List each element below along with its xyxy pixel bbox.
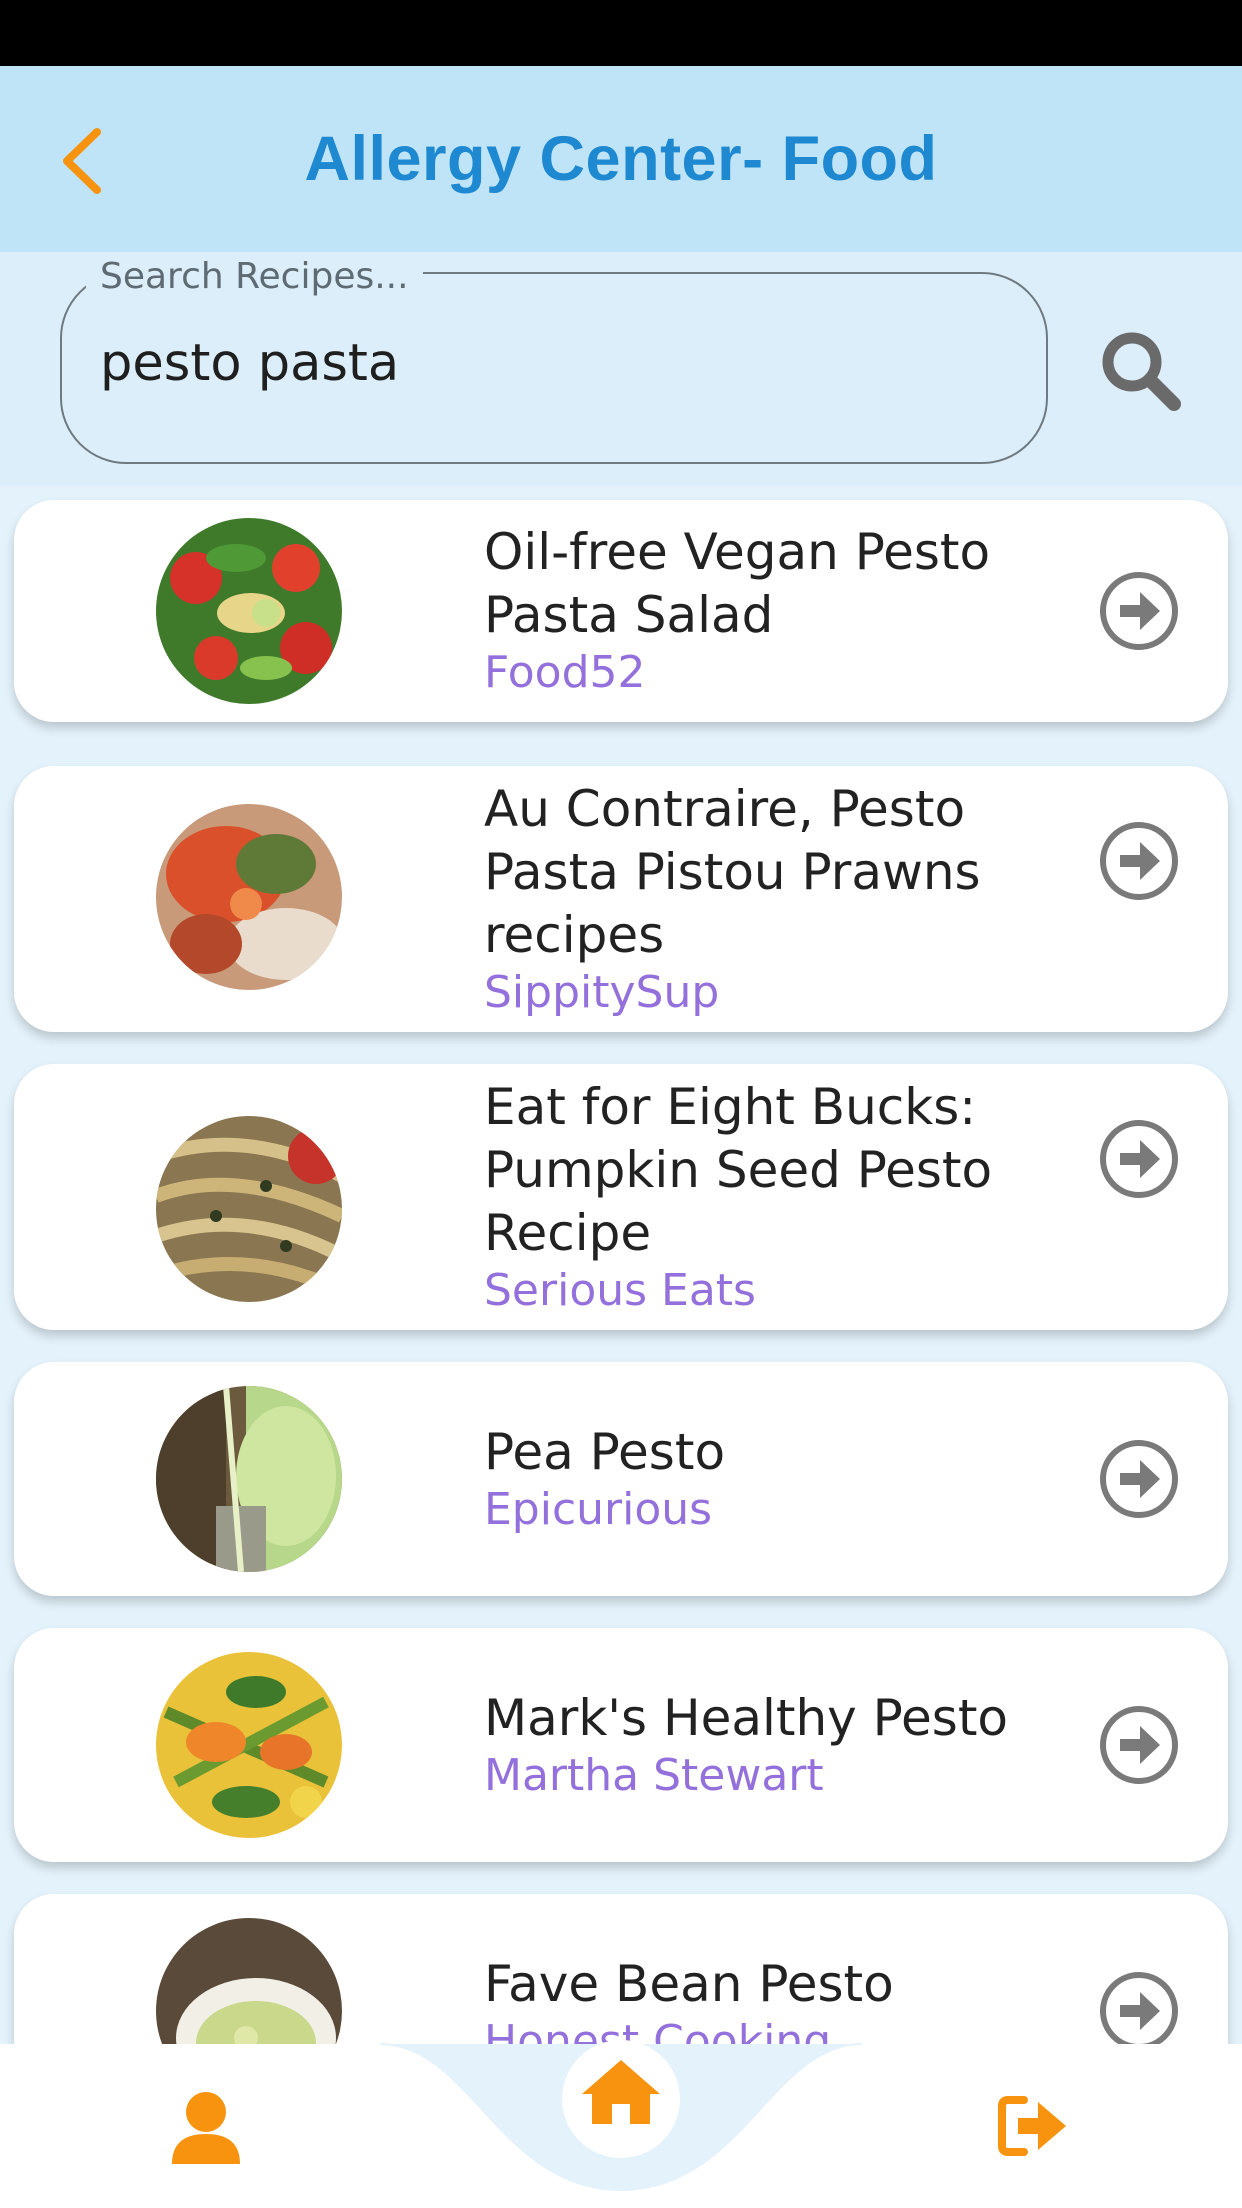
search-icon: [1102, 332, 1181, 411]
bottom-nav: [0, 2040, 1242, 2208]
recipe-thumbnail: [156, 804, 342, 990]
recipe-thumbnail: [156, 1116, 342, 1302]
recipe-card[interactable]: Au Contraire, Pesto Pasta Pistou Prawns …: [14, 766, 1228, 1032]
arrow-circle-right-icon[interactable]: [1096, 818, 1182, 904]
app-bar: Allergy Center- Food: [0, 66, 1242, 252]
recipe-card[interactable]: Oil-free Vegan Pesto Pasta Salad Food52: [14, 500, 1228, 722]
nav-home-button[interactable]: [562, 2040, 680, 2158]
chevron-left-icon: [63, 128, 101, 194]
recipe-source: Serious Eats: [484, 1264, 756, 1316]
nav-profile-button[interactable]: [168, 2090, 244, 2166]
recipe-thumbnail: [156, 1652, 342, 1838]
recipe-title: Fave Bean Pesto: [484, 1954, 894, 2013]
recipe-source: SippitySup: [484, 966, 720, 1018]
user-icon: [172, 2092, 240, 2164]
search-button[interactable]: [1096, 326, 1186, 416]
page-title: Allergy Center- Food: [304, 124, 938, 194]
recipe-title: Eat for Eight Bucks: Pumpkin Seed Pesto …: [484, 1077, 993, 1262]
recipe-card[interactable]: Eat for Eight Bucks: Pumpkin Seed Pesto …: [14, 1064, 1228, 1330]
recipe-source: Food52: [484, 647, 646, 698]
recipe-source: Epicurious: [484, 1483, 713, 1535]
arrow-circle-right-icon[interactable]: [1096, 1968, 1182, 2044]
arrow-circle-right-icon[interactable]: [1096, 568, 1182, 654]
recipe-title: Mark's Healthy Pesto: [484, 1688, 1009, 1747]
recipe-title: Au Contraire, Pesto Pasta Pistou Prawns …: [484, 779, 981, 964]
recipe-title: Pea Pesto: [484, 1422, 726, 1481]
search-input-value[interactable]: pesto pasta: [100, 334, 399, 393]
recipe-thumbnail: [156, 1386, 342, 1572]
arrow-circle-right-icon[interactable]: [1096, 1702, 1182, 1788]
arrow-circle-right-icon[interactable]: [1096, 1116, 1182, 1202]
recipe-card[interactable]: Mark's Healthy Pesto Martha Stewart: [14, 1628, 1228, 1862]
recipe-card[interactable]: Pea Pesto Epicurious: [14, 1362, 1228, 1596]
recipe-card[interactable]: Fave Bean Pesto Honest Cooking: [14, 1894, 1228, 2044]
recipe-title: Oil-free Vegan Pesto Pasta Salad: [484, 523, 991, 644]
sign-out-icon: [998, 2096, 1066, 2156]
status-bar: [0, 0, 1242, 66]
recipe-list[interactable]: Oil-free Vegan Pesto Pasta Salad Food52 …: [0, 486, 1242, 2044]
nav-logout-button[interactable]: [998, 2094, 1070, 2158]
arrow-circle-right-icon[interactable]: [1096, 1436, 1182, 1522]
recipe-thumbnail: [156, 1918, 342, 2044]
recipe-thumbnail: [156, 518, 342, 704]
search-label: Search Recipes...: [86, 256, 423, 297]
back-button[interactable]: [46, 121, 116, 201]
recipe-source: Martha Stewart: [484, 1749, 824, 1801]
